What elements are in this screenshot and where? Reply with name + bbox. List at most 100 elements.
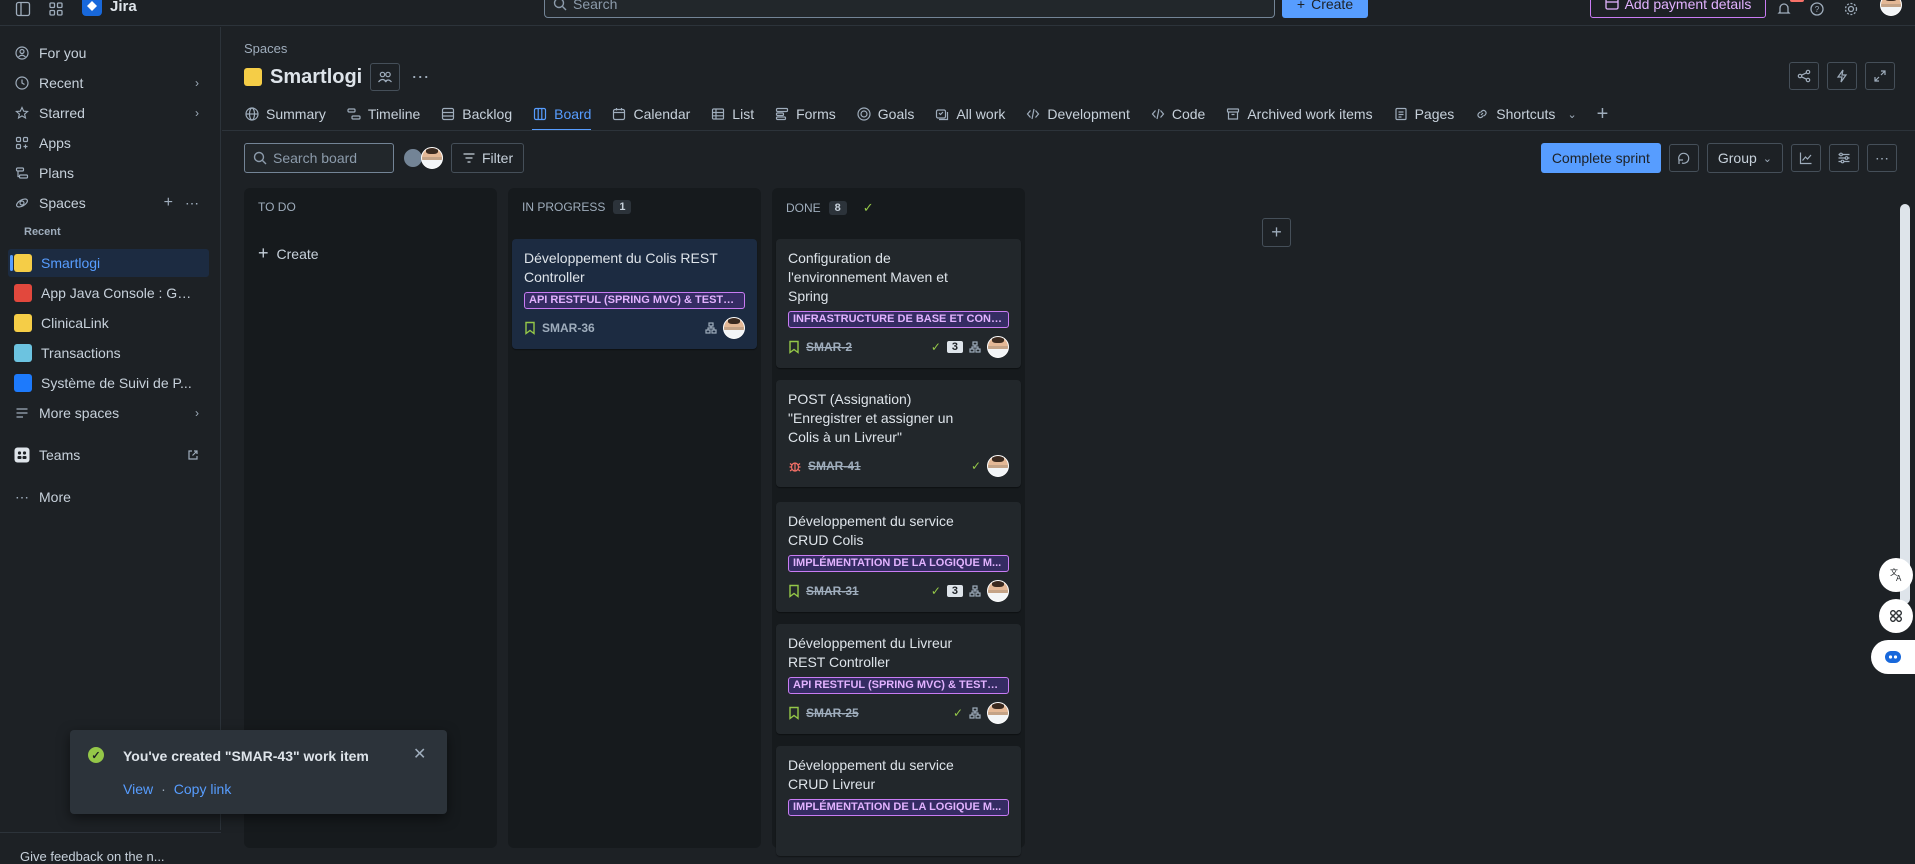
story-icon	[788, 340, 800, 354]
issue-card[interactable]: Configuration de l'environnement Maven e…	[776, 239, 1021, 368]
tab-all-work[interactable]: All work	[934, 99, 1005, 129]
sidebar-space-app-java-console[interactable]: App Java Console : Ge...	[8, 279, 209, 307]
issue-key[interactable]: SMAR-25	[806, 706, 859, 720]
filter-button[interactable]: Filter	[451, 143, 525, 173]
issue-card[interactable]: Développement du service CRUD Livreur IM…	[776, 746, 1021, 856]
add-tab-button[interactable]: +	[1597, 99, 1609, 129]
sliders-icon	[1837, 151, 1851, 165]
translate-icon[interactable]: 文A	[1879, 558, 1913, 592]
assignee-avatar[interactable]	[421, 147, 443, 169]
issue-card[interactable]: Développement du Colis REST Controller A…	[512, 239, 757, 349]
jira-logo[interactable]: Jira	[82, 0, 137, 16]
issue-key[interactable]: SMAR-41	[808, 459, 861, 473]
add-space-icon[interactable]: +	[164, 194, 173, 212]
pages-icon	[1393, 106, 1409, 122]
code-icon	[1150, 106, 1166, 122]
tab-code[interactable]: Code	[1150, 99, 1205, 129]
share-button[interactable]	[1789, 62, 1819, 90]
assignee-avatar[interactable]	[987, 580, 1009, 602]
settings-gear-icon[interactable]	[1840, 0, 1862, 20]
create-button[interactable]: + Create	[1282, 0, 1368, 18]
view-link[interactable]: View	[123, 781, 153, 797]
insights-button[interactable]	[1791, 144, 1821, 172]
assignee-avatar[interactable]	[987, 336, 1009, 358]
add-payment-details-button[interactable]: Add payment details	[1590, 0, 1766, 18]
sidebar-space-transactions[interactable]: Transactions	[8, 339, 209, 367]
issue-key[interactable]: SMAR-31	[806, 584, 859, 598]
breadcrumb[interactable]: Spaces	[244, 41, 287, 56]
sidebar-item-teams[interactable]: Teams	[8, 441, 209, 469]
column-header: DONE 8 ✓	[786, 200, 874, 216]
sprint-details-button[interactable]	[1668, 144, 1699, 172]
board-toolbar: Search board Filter	[244, 143, 525, 173]
tab-pages[interactable]: Pages	[1393, 99, 1454, 129]
tab-board[interactable]: Board	[532, 99, 592, 131]
create-issue-button[interactable]: + Create	[258, 243, 319, 264]
issue-key[interactable]: SMAR-2	[806, 340, 852, 354]
sidebar-item-more-spaces[interactable]: More spaces ›	[8, 399, 209, 427]
more-actions-icon[interactable]: ⋯	[408, 67, 432, 88]
tab-backlog[interactable]: Backlog	[440, 99, 512, 129]
help-icon[interactable]: ?	[1806, 0, 1828, 20]
tab-development[interactable]: Development	[1025, 99, 1130, 129]
all-work-icon	[934, 106, 950, 122]
grid-apps-icon[interactable]	[1879, 599, 1913, 633]
sidebar-item-for-you[interactable]: For you	[8, 39, 209, 67]
sidebar-item-plans[interactable]: Plans	[8, 159, 209, 187]
tab-forms[interactable]: Forms	[774, 99, 836, 129]
tab-timeline[interactable]: Timeline	[346, 99, 420, 129]
team-members-button[interactable]	[370, 63, 401, 91]
sidebar-item-starred[interactable]: Starred ›	[8, 99, 209, 127]
notifications-icon[interactable]	[1773, 0, 1795, 20]
epic-lozenge: INFRASTRUCTURE DE BASE ET CONFI...	[788, 311, 1009, 328]
more-actions-icon[interactable]: ⋯	[185, 195, 199, 212]
feedback-link[interactable]: Give feedback on the n...	[20, 849, 165, 864]
user-circle-icon	[14, 45, 30, 61]
tab-goals[interactable]: Goals	[856, 99, 914, 129]
complete-sprint-button[interactable]: Complete sprint	[1540, 143, 1661, 173]
assignee-avatar[interactable]	[723, 317, 745, 339]
assistant-bot-icon[interactable]	[1871, 640, 1915, 674]
backlog-icon	[440, 106, 456, 122]
assignee-avatar[interactable]	[987, 702, 1009, 724]
board-scrollbar[interactable]	[1900, 192, 1910, 822]
sidebar-item-more[interactable]: ⋯ More	[8, 483, 209, 511]
close-icon[interactable]: ✕	[413, 744, 426, 764]
teams-icon	[14, 447, 30, 463]
app-switcher-icon[interactable]	[45, 0, 67, 20]
tab-archived-work-items[interactable]: Archived work items	[1225, 99, 1373, 129]
tab-list[interactable]: List	[710, 99, 754, 129]
sidebar-space-smartlogi[interactable]: Smartlogi	[8, 249, 209, 277]
scrollbar-thumb[interactable]	[1900, 204, 1910, 604]
issue-card[interactable]: POST (Assignation) "Enregistrer et assig…	[776, 380, 1021, 487]
group-dropdown[interactable]: Group ⌄	[1706, 143, 1783, 173]
issue-card[interactable]: Développement du service CRUD Colis IMPL…	[776, 502, 1021, 612]
board-search-input[interactable]: Search board	[244, 143, 394, 173]
automation-button[interactable]	[1827, 62, 1857, 90]
sidebar-space-clinicalink[interactable]: ClinicaLink	[8, 309, 209, 337]
issue-card[interactable]: Développement du Livreur REST Controller…	[776, 624, 1021, 734]
sidebar-item-recent[interactable]: Recent ›	[8, 69, 209, 97]
subtask-count: 3	[946, 585, 963, 597]
tab-label: Archived work items	[1247, 106, 1373, 122]
assignee-avatar[interactable]	[987, 455, 1009, 477]
space-label: Smartlogi	[41, 255, 101, 271]
more-board-actions-button[interactable]: ⋯	[1867, 144, 1897, 172]
sidebar-toggle-icon[interactable]	[12, 0, 34, 20]
chevron-down-icon: ⌄	[1567, 108, 1577, 121]
tab-calendar[interactable]: Calendar	[611, 99, 690, 129]
user-avatar[interactable]	[1880, 0, 1902, 16]
tab-shortcuts[interactable]: Shortcuts ⌄	[1474, 99, 1577, 129]
global-search-input[interactable]: Search	[544, 0, 1275, 18]
copy-link-button[interactable]: Copy link	[174, 781, 232, 797]
card-footer: SMAR-31 ✓ 3	[788, 580, 1009, 602]
sidebar-item-spaces[interactable]: Spaces + ⋯	[8, 189, 209, 217]
sidebar-space-systeme-de-suivi[interactable]: Système de Suivi de P...	[8, 369, 209, 397]
tab-summary[interactable]: Summary	[244, 99, 326, 129]
sidebar-item-apps[interactable]: Apps	[8, 129, 209, 157]
issue-key[interactable]: SMAR-36	[542, 321, 595, 335]
tab-label: Backlog	[462, 106, 513, 122]
view-settings-button[interactable]	[1829, 144, 1859, 172]
fullscreen-button[interactable]	[1865, 62, 1895, 90]
add-column-button[interactable]: +	[1262, 218, 1291, 247]
